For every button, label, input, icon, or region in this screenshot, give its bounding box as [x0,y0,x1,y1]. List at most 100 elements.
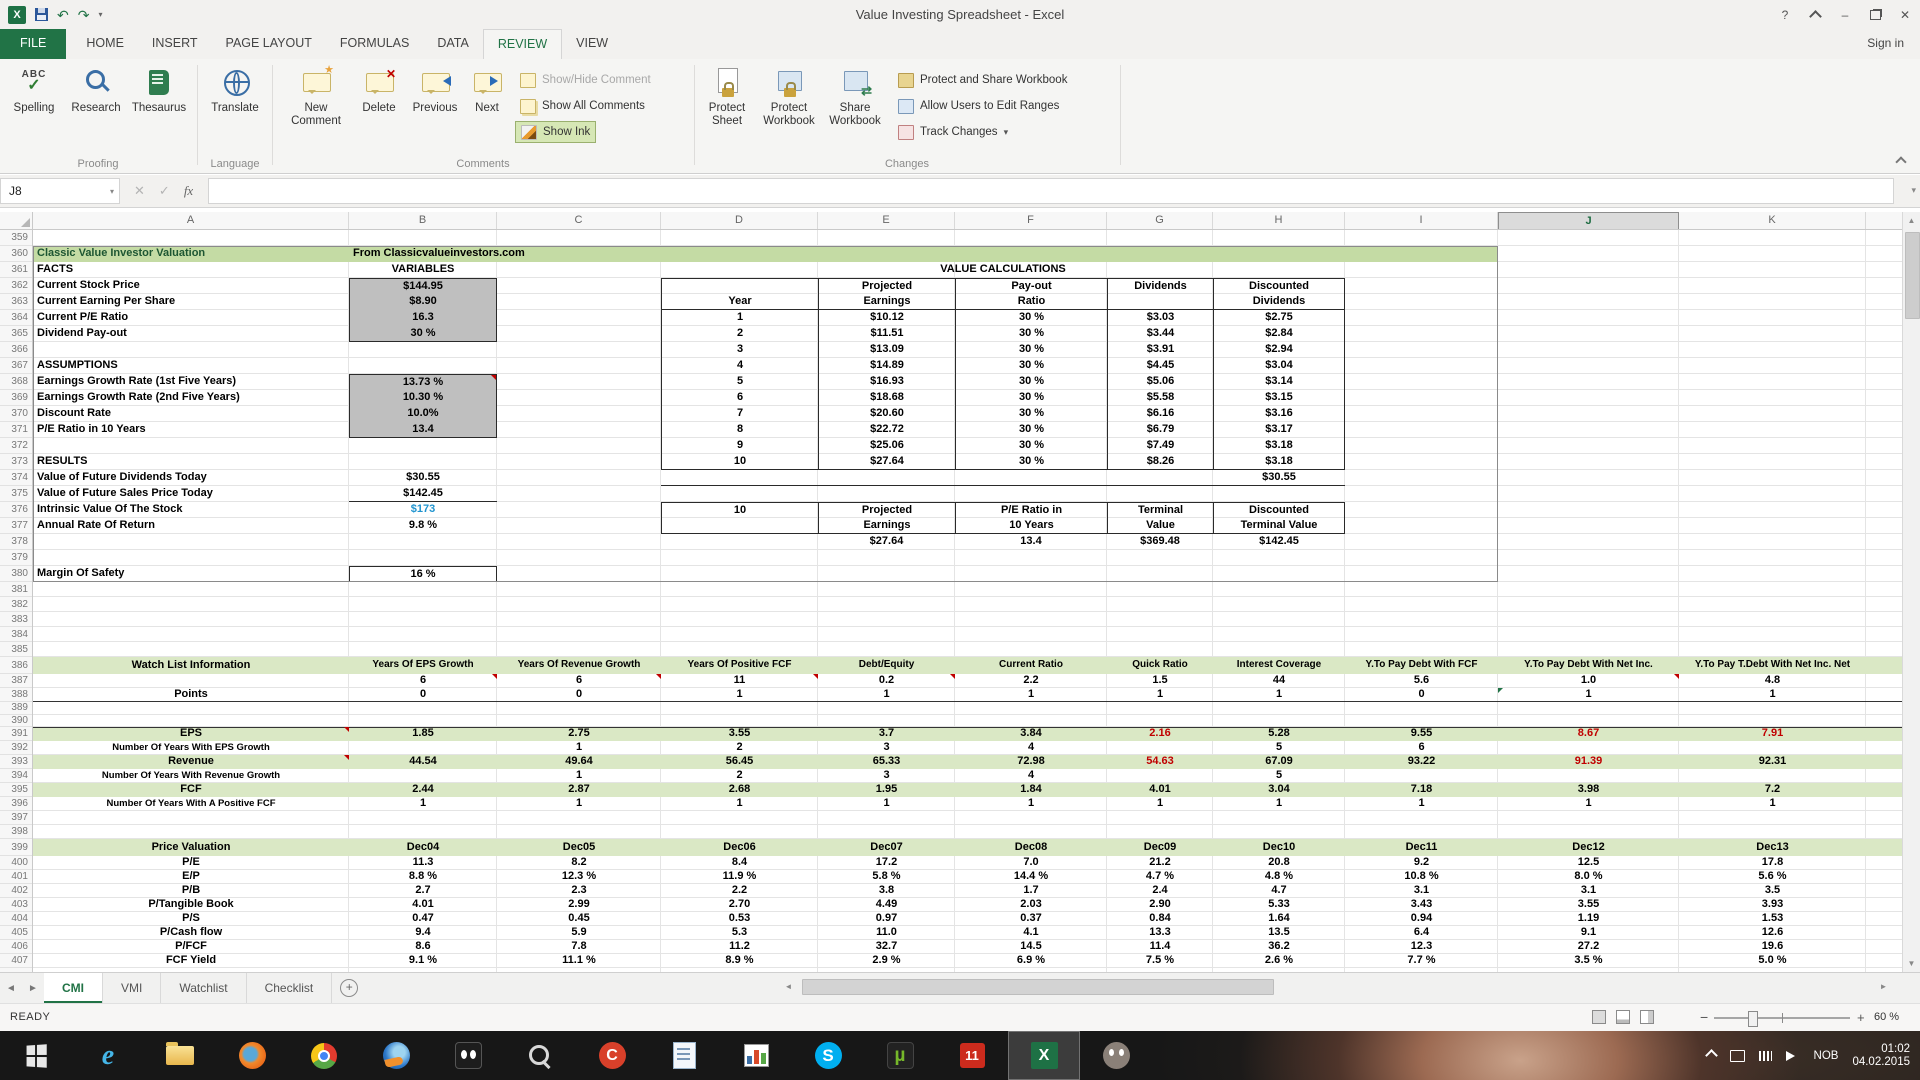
insert-function-icon[interactable]: fx [184,183,193,199]
undo-icon[interactable]: ↶ [57,8,69,22]
cell-A405[interactable]: P/Cash flow [33,926,349,940]
cell-C407[interactable]: 11.1 % [497,954,661,968]
cell-C395[interactable]: 2.87 [497,783,661,797]
cell-H401[interactable]: 4.8 % [1213,870,1345,884]
protect-sheet-button[interactable]: Protect Sheet [699,62,755,152]
cell-D361[interactable]: VALUE CALCULATIONS [661,262,1345,278]
cell-D369[interactable]: 6 [661,390,818,406]
cell-C392[interactable]: 1 [497,741,661,755]
cell-G377[interactable]: Value [1107,518,1213,534]
cell-I399[interactable]: Dec11 [1345,839,1498,856]
horizontal-scroll-thumb[interactable] [802,979,1274,995]
cell-H364[interactable]: $2.75 [1213,310,1345,326]
cell-A365[interactable]: Dividend Pay-out [33,326,349,342]
tab-home[interactable]: HOME [72,29,138,59]
cell-H362[interactable]: Discounted [1213,278,1345,294]
cell-B391[interactable]: 1.85 [349,727,497,741]
cell-G391[interactable]: 2.16 [1107,727,1213,741]
cell-C399[interactable]: Dec05 [497,839,661,856]
help-icon[interactable]: ? [1770,0,1800,29]
column-header-I[interactable]: I [1345,212,1498,229]
cell-E394[interactable]: 3 [818,769,955,783]
cell-A396[interactable]: Number Of Years With A Positive FCF [33,797,349,811]
cell-E387[interactable]: 0.2 [818,674,955,688]
column-header-E[interactable]: E [818,212,955,229]
cell-B407[interactable]: 9.1 % [349,954,497,968]
cell-B401[interactable]: 8.8 % [349,870,497,884]
cell-C394[interactable]: 1 [497,769,661,783]
cell-G396[interactable]: 1 [1107,797,1213,811]
tab-page-layout[interactable]: PAGE LAYOUT [212,29,326,59]
column-header-J[interactable]: J [1498,212,1679,229]
excel-taskbar-icon[interactable]: X [1008,1031,1080,1080]
cell-H402[interactable]: 4.7 [1213,884,1345,898]
allow-users-to-edit-ranges-button[interactable]: Allow Users to Edit Ranges [893,95,1064,117]
cell-C396[interactable]: 1 [497,797,661,811]
cell-F399[interactable]: Dec08 [955,839,1107,856]
row-header-366[interactable]: 366 [0,342,32,358]
file-explorer-icon[interactable] [144,1031,216,1080]
cell-B399[interactable]: Dec04 [349,839,497,856]
column-header-B[interactable]: B [349,212,497,229]
cell-G405[interactable]: 13.3 [1107,926,1213,940]
sheet-nav-left-icon[interactable]: ◄ [0,973,22,1003]
hidden-icons-icon[interactable] [1704,1047,1718,1065]
zoom-out-icon[interactable]: − [1700,1009,1708,1025]
cell-D393[interactable]: 56.45 [661,755,818,769]
name-box[interactable]: J8 ▾ [0,178,120,204]
cell-E395[interactable]: 1.95 [818,783,955,797]
cell-F396[interactable]: 1 [955,797,1107,811]
cell-I395[interactable]: 7.18 [1345,783,1498,797]
cell-D396[interactable]: 1 [661,797,818,811]
cell-K400[interactable]: 17.8 [1679,856,1866,870]
cell-G366[interactable]: $3.91 [1107,342,1213,358]
row-header-392[interactable]: 392 [0,741,32,755]
cell-D400[interactable]: 8.4 [661,856,818,870]
row-header-371[interactable]: 371 [0,422,32,438]
cell-I388[interactable]: 0 [1345,688,1498,702]
cell-D392[interactable]: 2 [661,741,818,755]
column-header-A[interactable]: A [33,212,349,229]
cell-A364[interactable]: Current P/E Ratio [33,310,349,326]
tab-review[interactable]: REVIEW [482,29,563,59]
analytics-app-icon[interactable] [720,1031,792,1080]
cell-E371[interactable]: $22.72 [818,422,955,438]
cell-B387[interactable]: 6 [349,674,497,688]
cell-E393[interactable]: 65.33 [818,755,955,769]
cell-H399[interactable]: Dec10 [1213,839,1345,856]
cell-I403[interactable]: 3.43 [1345,898,1498,912]
row-header-396[interactable]: 396 [0,797,32,811]
cell-F392[interactable]: 4 [955,741,1107,755]
cell-D374[interactable] [661,470,818,486]
cell-A400[interactable]: P/E [33,856,349,870]
cell-A376[interactable]: Intrinsic Value Of The Stock [33,502,349,518]
cell-B406[interactable]: 8.6 [349,940,497,954]
save-icon[interactable] [35,8,48,21]
cell-E364[interactable]: $10.12 [818,310,955,326]
cell-E366[interactable]: $13.09 [818,342,955,358]
cell-K406[interactable]: 19.6 [1679,940,1866,954]
share-workbook-button[interactable]: ⇄ Share Workbook [823,62,887,152]
cell-G364[interactable]: $3.03 [1107,310,1213,326]
cell-C401[interactable]: 12.3 % [497,870,661,884]
cell-A370[interactable]: Discount Rate [33,406,349,422]
cell-I404[interactable]: 0.94 [1345,912,1498,926]
cell-G393[interactable]: 54.63 [1107,755,1213,769]
column-header-G[interactable]: G [1107,212,1213,229]
tab-file[interactable]: FILE [0,29,67,59]
cell-D371[interactable]: 8 [661,422,818,438]
cell-B374[interactable]: $30.55 [349,470,497,486]
cell-E404[interactable]: 0.97 [818,912,955,926]
sheet-tab-vmi[interactable]: VMI [103,973,162,1003]
cell-C393[interactable]: 49.64 [497,755,661,769]
tab-insert[interactable]: INSERT [138,29,212,59]
cell-B371[interactable]: 13.4 [349,422,497,438]
cell-D367[interactable]: 4 [661,358,818,374]
cell-B368[interactable]: 13.73 % [349,374,497,390]
calendar-app-icon[interactable]: 11 [936,1031,1008,1080]
cell-H377[interactable]: Terminal Value [1213,518,1345,534]
cell-H363[interactable]: Dividends [1213,294,1345,310]
cell-D405[interactable]: 5.3 [661,926,818,940]
row-header-389[interactable]: 389 [0,702,32,715]
cell-A361[interactable]: FACTS [33,262,349,278]
